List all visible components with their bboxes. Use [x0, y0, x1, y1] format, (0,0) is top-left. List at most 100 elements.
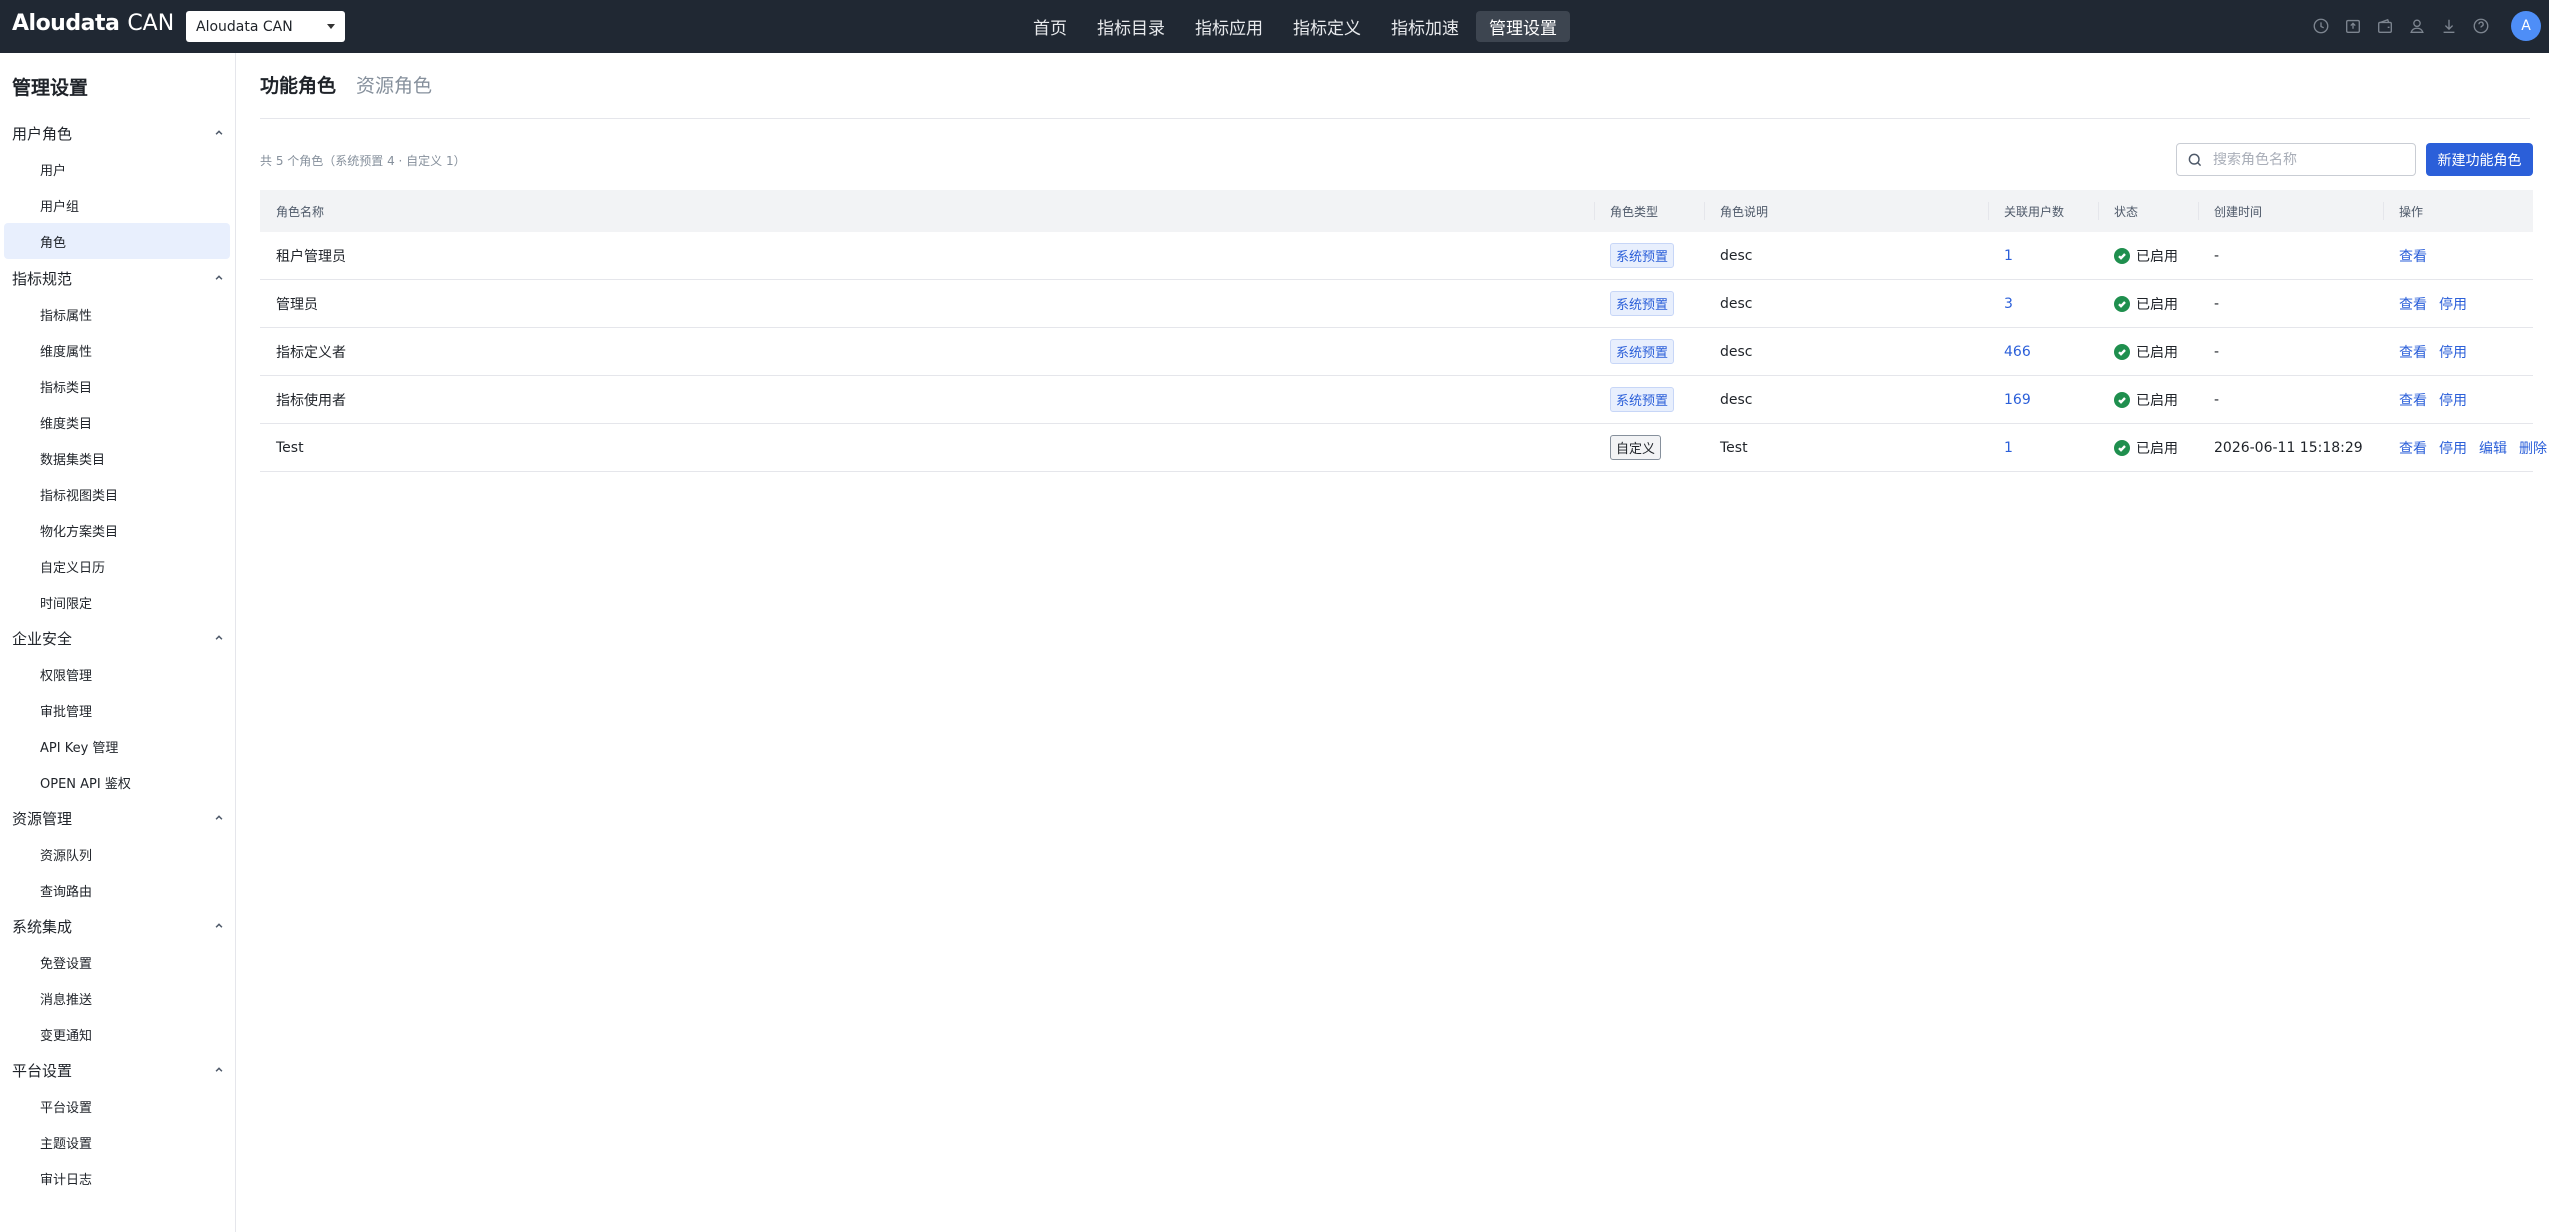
user-count-link[interactable]: 169: [2004, 392, 2031, 408]
search-icon: [2188, 153, 2202, 166]
table-header: 角色名称 角色类型 角色说明 关联用户数 状态 创建时间 操作: [260, 190, 2533, 232]
sidebar-item[interactable]: 自定义日历: [4, 548, 230, 584]
sidebar-item[interactable]: 角色: [4, 223, 230, 259]
table-row: 指标定义者 系统预置 desc 466 已启用 - 查看 停用: [260, 328, 2533, 376]
clock-icon[interactable]: [2311, 16, 2331, 36]
action-button[interactable]: 查看: [2399, 342, 2427, 362]
sidebar-item[interactable]: 审计日志: [4, 1160, 230, 1196]
header-created-time: 创建时间: [2198, 202, 2383, 220]
logo[interactable]: Aloudata CAN: [12, 11, 174, 41]
chevron-up-icon[interactable]: [214, 273, 224, 283]
tab-function-roles[interactable]: 功能角色: [260, 71, 336, 98]
sidebar-title: 管理设置: [12, 77, 89, 99]
action-button[interactable]: 停用: [2439, 390, 2467, 410]
nav-item[interactable]: 管理设置: [1476, 11, 1570, 42]
help-icon[interactable]: [2471, 16, 2491, 36]
sidebar-item[interactable]: 数据集类目: [4, 440, 230, 476]
action-button[interactable]: 停用: [2439, 342, 2467, 362]
table-body: 租户管理员 系统预置 desc 1 已启用 - 查看 管理员 系统预置 desc 3 已启用 - 查看 停用…: [260, 232, 2547, 472]
sidebar-group-header[interactable]: 系统集成: [0, 908, 236, 944]
user-count-link[interactable]: 1: [2004, 248, 2013, 264]
sidebar-item[interactable]: 主题设置: [4, 1124, 230, 1160]
sidebar-item[interactable]: 指标属性: [4, 296, 230, 332]
sidebar-item[interactable]: 平台设置: [4, 1088, 230, 1124]
role-desc: desc: [1720, 343, 1753, 360]
nav-item[interactable]: 首页: [1020, 11, 1080, 42]
sidebar-item[interactable]: 审批管理: [4, 692, 230, 728]
download-icon[interactable]: [2439, 16, 2459, 36]
user-share-icon[interactable]: [2407, 16, 2427, 36]
row-actions: 查看 停用: [2399, 390, 2533, 410]
sidebar-item[interactable]: 权限管理: [4, 656, 230, 692]
action-button[interactable]: 停用: [2439, 294, 2467, 314]
top-icons: [2299, 16, 2491, 36]
sidebar-item[interactable]: 维度属性: [4, 332, 230, 368]
role-desc: desc: [1720, 295, 1753, 312]
sidebar-group-header[interactable]: 平台设置: [0, 1052, 236, 1088]
search-input[interactable]: [2213, 151, 2403, 168]
sidebar-item[interactable]: 指标视图类目: [4, 476, 230, 512]
sidebar-item[interactable]: 变更通知: [4, 1016, 230, 1052]
role-desc: desc: [1720, 247, 1753, 264]
status-text: 已启用: [2136, 392, 2178, 409]
tenant-select[interactable]: Aloudata CAN: [186, 11, 345, 42]
action-button[interactable]: 查看: [2399, 390, 2427, 410]
user-count-link[interactable]: 3: [2004, 296, 2013, 312]
action-button[interactable]: 查看: [2399, 246, 2427, 266]
status-text: 已启用: [2136, 440, 2178, 457]
wallet-icon[interactable]: [2375, 16, 2395, 36]
status-badge: 已启用: [2114, 438, 2198, 458]
sidebar-item[interactable]: OPEN API 鉴权: [4, 764, 230, 800]
action-button[interactable]: 删除: [2519, 438, 2547, 458]
sidebar-item[interactable]: 物化方案类目: [4, 512, 230, 548]
user-count-link[interactable]: 466: [2004, 344, 2031, 360]
status-text: 已启用: [2136, 296, 2178, 313]
action-button[interactable]: 编辑: [2479, 438, 2507, 458]
chevron-up-icon[interactable]: [214, 1065, 224, 1075]
sidebar-item[interactable]: 查询路由: [4, 872, 230, 908]
main-content: 功能角色 资源角色 共 5 个角色（系统预置 4 · 自定义 1） 新建功能角色…: [236, 53, 2549, 1232]
nav-item[interactable]: 指标定义: [1280, 11, 1374, 42]
status-badge: 已启用: [2114, 294, 2198, 314]
chevron-up-icon[interactable]: [214, 813, 224, 823]
action-button[interactable]: 停用: [2439, 438, 2467, 458]
sidebar-group-header[interactable]: 用户角色: [0, 115, 236, 151]
check-circle-icon: [2114, 247, 2130, 264]
sidebar-item[interactable]: 维度类目: [4, 404, 230, 440]
action-button[interactable]: 查看: [2399, 294, 2427, 314]
nav-item[interactable]: 指标应用: [1182, 11, 1276, 42]
user-count-link[interactable]: 1: [2004, 440, 2013, 456]
sidebar-item[interactable]: 时间限定: [4, 584, 230, 620]
row-actions: 查看 停用 编辑 删除: [2399, 438, 2547, 458]
created-time: 2026-06-11 15:18:29: [2214, 439, 2363, 456]
sidebar-item[interactable]: 用户: [4, 151, 230, 187]
export-icon[interactable]: [2343, 16, 2363, 36]
tab-resource-roles[interactable]: 资源角色: [356, 71, 432, 98]
sidebar-group-header[interactable]: 资源管理: [0, 800, 236, 836]
search-box[interactable]: [2176, 143, 2416, 176]
sidebar-item[interactable]: 免登设置: [4, 944, 230, 980]
sidebar-group: 用户角色 用户 用户组 角色: [0, 115, 236, 259]
new-function-role-button[interactable]: 新建功能角色: [2426, 143, 2533, 176]
avatar[interactable]: A: [2511, 11, 2541, 41]
role-type-tag: 系统预置: [1610, 387, 1675, 412]
nav-item[interactable]: 指标加速: [1378, 11, 1472, 42]
caret-down-icon: [327, 24, 335, 29]
sidebar-item[interactable]: API Key 管理: [4, 728, 230, 764]
header-status: 状态: [2098, 202, 2198, 220]
role-summary: 共 5 个角色（系统预置 4 · 自定义 1）: [260, 154, 466, 168]
sidebar-group-header[interactable]: 指标规范: [0, 260, 236, 296]
sidebar-item[interactable]: 指标类目: [4, 368, 230, 404]
chevron-up-icon[interactable]: [214, 921, 224, 931]
chevron-up-icon[interactable]: [214, 128, 224, 138]
sidebar-item[interactable]: 资源队列: [4, 836, 230, 872]
nav-item[interactable]: 指标目录: [1084, 11, 1178, 42]
action-button[interactable]: 查看: [2399, 438, 2427, 458]
sidebar-group: 系统集成 免登设置 消息推送 变更通知: [0, 908, 236, 1052]
chevron-up-icon[interactable]: [214, 633, 224, 643]
created-time: -: [2214, 295, 2220, 312]
sidebar-item[interactable]: 用户组: [4, 187, 230, 223]
sidebar-group-header[interactable]: 企业安全: [0, 620, 236, 656]
role-type-tag: 系统预置: [1610, 243, 1675, 268]
sidebar-item[interactable]: 消息推送: [4, 980, 230, 1016]
